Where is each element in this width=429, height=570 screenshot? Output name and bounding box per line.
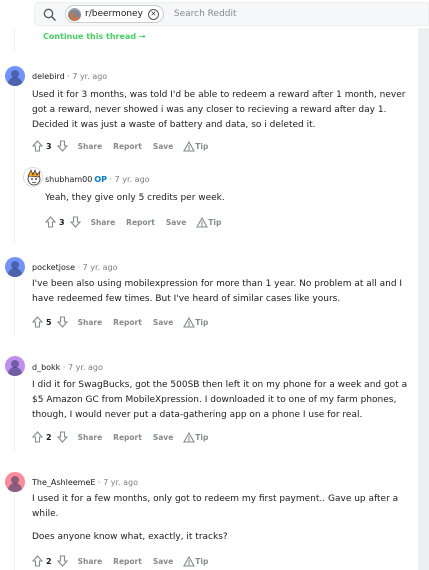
username[interactable]: shubham00	[45, 175, 92, 184]
username[interactable]: pocketjose	[32, 263, 75, 272]
timestamp[interactable]: 7 yr. ago	[72, 72, 107, 81]
avatar[interactable]	[5, 472, 25, 492]
search-icon	[43, 7, 57, 21]
community-avatar-icon	[68, 7, 81, 21]
downvote-icon[interactable]	[56, 555, 68, 567]
downvote-icon[interactable]	[56, 140, 68, 152]
thread-line	[14, 376, 15, 451]
comment-actions: 3 Share Report Save Tip	[45, 215, 221, 229]
downvote-icon[interactable]	[56, 431, 68, 443]
username[interactable]: The_AshleemeE	[32, 478, 95, 487]
avatar[interactable]	[5, 257, 25, 277]
scrollbar[interactable]	[418, 28, 429, 570]
upvote-icon[interactable]	[32, 316, 43, 328]
timestamp[interactable]: 7 yr. ago	[103, 478, 138, 487]
comment-body: I did it for SwagBucks, got the 500SB th…	[32, 380, 408, 420]
comment-meta: shubham00 OP · 7 yr. ago	[45, 175, 150, 184]
report-button[interactable]: Report	[113, 142, 142, 151]
tip-icon	[183, 431, 196, 443]
tip-icon	[196, 216, 209, 228]
share-button[interactable]: Share	[78, 318, 103, 327]
thread-line	[14, 278, 15, 336]
upvote-icon[interactable]	[45, 216, 56, 228]
thread-line	[14, 491, 15, 570]
downvote-icon[interactable]	[56, 316, 68, 328]
share-button[interactable]: Share	[91, 218, 116, 227]
share-button[interactable]: Share	[78, 433, 103, 442]
timestamp[interactable]: 7 yr. ago	[115, 175, 150, 184]
save-button[interactable]: Save	[153, 318, 173, 327]
comment-body: I used it for a few months, only got to …	[32, 494, 399, 542]
comment-meta: The_AshleemeE · 7 yr. ago	[32, 478, 138, 487]
report-button[interactable]: Report	[113, 557, 142, 566]
upvote-icon[interactable]	[32, 431, 43, 443]
upvote-icon[interactable]	[32, 555, 43, 567]
comment-actions: 3 Share Report Save Tip	[32, 139, 208, 153]
save-button[interactable]: Save	[153, 557, 173, 566]
upvote-icon[interactable]	[32, 140, 43, 152]
tip-button[interactable]: Tip	[183, 431, 208, 443]
timestamp[interactable]: 7 yr. ago	[83, 263, 118, 272]
comment-body: Used it for 3 months, was told I'd be ab…	[32, 90, 406, 130]
save-button[interactable]: Save	[153, 433, 173, 442]
tip-button[interactable]: Tip	[183, 140, 208, 152]
share-button[interactable]: Share	[78, 142, 103, 151]
vote-count: 2	[46, 432, 52, 442]
community-chip-label: r/beermoney	[85, 9, 143, 19]
arrow-right-icon: →	[138, 32, 146, 41]
username[interactable]: delebird	[32, 72, 65, 81]
comment-actions: 2 Share Report Save Tip	[32, 430, 208, 444]
report-button[interactable]: Report	[113, 433, 142, 442]
tip-button[interactable]: Tip	[196, 216, 221, 228]
comment-meta: delebird · 7 yr. ago	[32, 72, 108, 81]
op-avatar-icon	[27, 169, 41, 186]
comment-body: I've been also using mobilexpression for…	[32, 279, 403, 304]
top-bar: r/beermoney ✕ Search Reddit	[0, 0, 429, 28]
tip-icon	[183, 140, 196, 152]
comment-body: Yeah, they give only 5 credits per week.	[45, 193, 225, 203]
share-button[interactable]: Share	[78, 557, 103, 566]
search-input[interactable]: Search Reddit	[174, 9, 237, 19]
tip-button[interactable]: Tip	[183, 316, 208, 328]
thread-line	[14, 87, 15, 243]
avatar[interactable]	[23, 167, 43, 187]
comment-actions: 2 Share Report Save Tip	[32, 554, 208, 568]
report-button[interactable]: Report	[126, 218, 155, 227]
avatar[interactable]	[5, 66, 25, 86]
op-badge: OP	[94, 175, 108, 184]
tip-icon	[183, 316, 196, 328]
community-chip[interactable]: r/beermoney ✕	[65, 5, 164, 23]
continue-thread-link[interactable]: Continue this thread →	[43, 32, 146, 41]
comment-meta: pocketjose · 7 yr. ago	[32, 263, 118, 272]
timestamp[interactable]: 7 yr. ago	[68, 363, 103, 372]
report-button[interactable]: Report	[113, 318, 142, 327]
search-bar[interactable]: r/beermoney ✕ Search Reddit	[34, 2, 429, 26]
tip-button[interactable]: Tip	[183, 555, 208, 567]
vote-count: 2	[46, 556, 52, 566]
downvote-icon[interactable]	[69, 216, 81, 228]
vote-count: 5	[46, 317, 52, 327]
save-button[interactable]: Save	[153, 142, 173, 151]
username[interactable]: d_bokk	[32, 363, 60, 372]
comment-actions: 5 Share Report Save Tip	[32, 315, 208, 329]
comment-meta: d_bokk · 7 yr. ago	[32, 363, 103, 372]
tip-icon	[183, 555, 196, 567]
save-button[interactable]: Save	[166, 218, 186, 227]
close-icon[interactable]: ✕	[147, 8, 159, 20]
thread-line	[14, 28, 15, 52]
vote-count: 3	[46, 141, 52, 151]
vote-count: 3	[59, 217, 65, 227]
avatar[interactable]	[5, 356, 25, 376]
